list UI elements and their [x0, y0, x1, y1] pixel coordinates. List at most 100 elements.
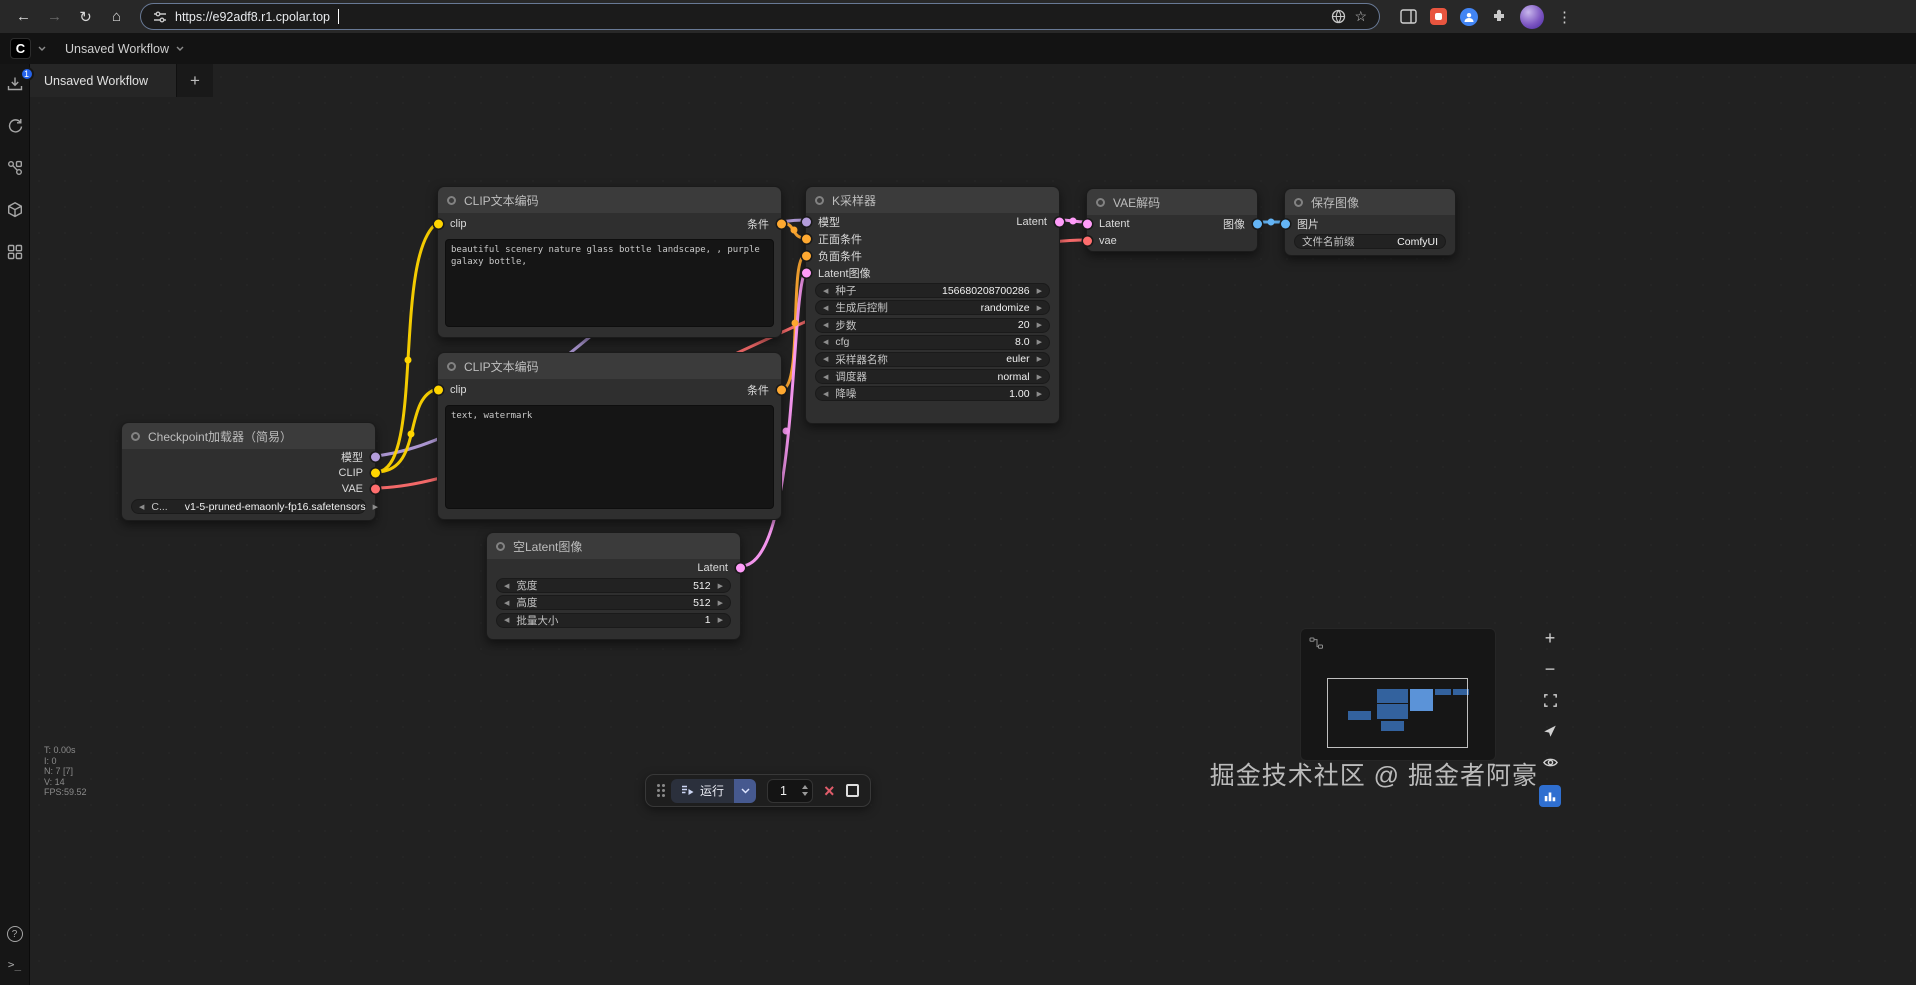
minimap-viewport[interactable] [1327, 678, 1468, 748]
extension-orange-icon[interactable] [1430, 8, 1447, 25]
toggle-visibility-button[interactable] [1538, 750, 1562, 774]
widget-left-arrow-icon[interactable]: ◀ [823, 338, 828, 346]
output-slot-conditioning[interactable] [776, 385, 786, 395]
run-button[interactable]: 运行 [671, 778, 735, 803]
browser-menu-icon[interactable]: ⋮ [1557, 8, 1572, 26]
node-clip-text-encode-positive[interactable]: CLIP文本编码 clip 条件 beautiful scenery natur… [433, 186, 786, 338]
node-checkpoint-loader[interactable]: Checkpoint加载器（简易） 模型 CLIP VAE ◀ C... v1-… [121, 422, 380, 521]
node-header[interactable]: VAE解码 [1087, 189, 1257, 215]
output-slot-model[interactable] [370, 452, 380, 462]
templates-icon[interactable] [5, 242, 25, 262]
minimap-toggle-button[interactable] [1539, 785, 1561, 807]
help-icon[interactable]: ? [6, 926, 23, 942]
queue-icon[interactable]: 1 [5, 67, 34, 94]
node-header[interactable]: Checkpoint加载器（简易） [122, 423, 375, 449]
widget-left-arrow-icon[interactable]: ◀ [823, 321, 828, 329]
widget-right-arrow-icon[interactable]: ▶ [718, 599, 723, 607]
node-empty-latent-image[interactable]: 空Latent图像 Latent ◀ 宽度 512 ▶ ◀ 高度 512 ▶ ◀… [486, 532, 745, 640]
widget-left-arrow-icon[interactable]: ◀ [823, 390, 828, 398]
widget-left-arrow-icon[interactable]: ◀ [823, 355, 828, 363]
collapse-dot-icon[interactable] [1096, 197, 1105, 207]
widget-left-arrow-icon[interactable]: ◀ [823, 304, 828, 312]
output-slot-clip[interactable] [370, 468, 380, 478]
seed-widget[interactable]: ◀ 种子 156680208700286 ▶ [815, 283, 1050, 299]
output-slot-conditioning[interactable] [776, 219, 786, 229]
widget-right-arrow-icon[interactable]: ▶ [1037, 373, 1042, 381]
cfg-widget[interactable]: ◀ cfg 8.0 ▶ [815, 334, 1050, 350]
workflows-icon[interactable] [5, 116, 25, 136]
extension-profile-icon[interactable] [1460, 7, 1478, 26]
widget-right-arrow-icon[interactable]: ▶ [1037, 287, 1042, 295]
zoom-in-button[interactable]: + [1538, 626, 1562, 650]
home-icon[interactable]: ⌂ [103, 3, 130, 30]
input-slot-image[interactable] [1280, 219, 1290, 228]
collapse-dot-icon[interactable] [815, 195, 824, 205]
input-slot-negative[interactable] [801, 251, 811, 260]
widget-left-arrow-icon[interactable]: ◀ [504, 582, 509, 590]
widget-right-arrow-icon[interactable]: ▶ [1037, 304, 1042, 312]
input-slot-latent-image[interactable] [801, 268, 811, 277]
input-slot-clip[interactable] [433, 385, 443, 395]
node-header[interactable]: CLIP文本编码 [438, 353, 781, 379]
widget-right-arrow-icon[interactable]: ▶ [718, 616, 723, 624]
widget-right-arrow-icon[interactable]: ▶ [1037, 355, 1042, 363]
filename-prefix-widget[interactable]: 文件名前缀 ComfyUI [1294, 234, 1446, 250]
output-slot-vae[interactable] [370, 484, 380, 494]
logo-chevron-icon[interactable] [38, 46, 46, 51]
widget-right-arrow-icon[interactable]: ▶ [1037, 338, 1042, 346]
control-after-generate-widget[interactable]: ◀ 生成后控制 randomize ▶ [815, 300, 1050, 316]
widget-right-arrow-icon[interactable]: ▶ [1037, 321, 1042, 329]
node-header[interactable]: K采样器 [806, 187, 1059, 213]
workflow-name-menu[interactable]: Unsaved Workflow [65, 42, 169, 56]
output-slot-latent[interactable] [1054, 217, 1064, 226]
node-clip-text-encode-negative[interactable]: CLIP文本编码 clip 条件 text, watermark [433, 352, 786, 520]
collapse-dot-icon[interactable] [447, 361, 456, 371]
prompt-textarea[interactable]: beautiful scenery nature glass bottle la… [445, 239, 774, 327]
side-panel-icon[interactable] [1400, 9, 1417, 24]
node-vae-decode[interactable]: VAE解码 Latent 图像 vae [1082, 188, 1262, 252]
batch-size-widget[interactable]: ◀ 批量大小 1 ▶ [496, 612, 731, 628]
collapse-dot-icon[interactable] [1294, 197, 1303, 207]
extensions-puzzle-icon[interactable] [1491, 9, 1507, 25]
sampler-name-widget[interactable]: ◀ 采样器名称 euler ▶ [815, 351, 1050, 367]
increment-icon[interactable] [801, 785, 808, 789]
forward-icon[interactable]: → [41, 3, 68, 30]
output-slot-latent[interactable] [735, 563, 745, 572]
widget-left-arrow-icon[interactable]: ◀ [504, 616, 509, 624]
url-bar[interactable]: https://e92adf8.r1.cpolar.top ☆ [140, 3, 1380, 30]
browser-profile-avatar[interactable] [1520, 4, 1544, 29]
workflow-chevron-icon[interactable] [176, 46, 184, 51]
site-settings-icon[interactable] [153, 10, 167, 24]
stop-button[interactable] [845, 784, 859, 797]
input-slot-latent[interactable] [1082, 219, 1092, 228]
widget-right-arrow-icon[interactable]: ▶ [1037, 390, 1042, 398]
input-slot-positive[interactable] [801, 234, 811, 243]
node-header[interactable]: 保存图像 [1285, 189, 1455, 215]
width-widget[interactable]: ◀ 宽度 512 ▶ [496, 578, 731, 594]
translate-icon[interactable] [1331, 9, 1346, 24]
widget-left-arrow-icon[interactable]: ◀ [823, 373, 828, 381]
widget-left-arrow-icon[interactable]: ◀ [823, 287, 828, 295]
minimap-panel[interactable] [1300, 628, 1496, 761]
back-icon[interactable]: ← [10, 3, 37, 30]
zoom-out-button[interactable]: − [1538, 657, 1562, 681]
input-slot-vae[interactable] [1082, 236, 1092, 245]
widget-right-arrow-icon[interactable]: ▶ [718, 582, 723, 590]
scheduler-widget[interactable]: ◀ 调度器 normal ▶ [815, 369, 1050, 385]
decrement-icon[interactable] [801, 792, 808, 796]
node-save-image[interactable]: 保存图像 图片 文件名前缀 ComfyUI [1280, 188, 1456, 256]
fit-view-button[interactable] [1538, 688, 1562, 712]
node-library-icon[interactable] [5, 158, 25, 178]
collapse-dot-icon[interactable] [447, 195, 456, 205]
output-slot-image[interactable] [1252, 219, 1262, 228]
new-workflow-tab-button[interactable]: + [177, 64, 213, 97]
comfyui-logo[interactable]: C [10, 38, 31, 59]
bookmark-star-icon[interactable]: ☆ [1354, 8, 1367, 25]
denoise-widget[interactable]: ◀ 降噪 1.00 ▶ [815, 386, 1050, 402]
prompt-textarea[interactable]: text, watermark [445, 405, 774, 509]
height-widget[interactable]: ◀ 高度 512 ▶ [496, 595, 731, 611]
batch-count-stepper[interactable]: 1 [767, 778, 814, 803]
terminal-logs-icon[interactable]: >_ [8, 958, 21, 971]
node-header[interactable]: CLIP文本编码 [438, 187, 781, 213]
combo-right-arrow-icon[interactable]: ▶ [373, 503, 378, 511]
